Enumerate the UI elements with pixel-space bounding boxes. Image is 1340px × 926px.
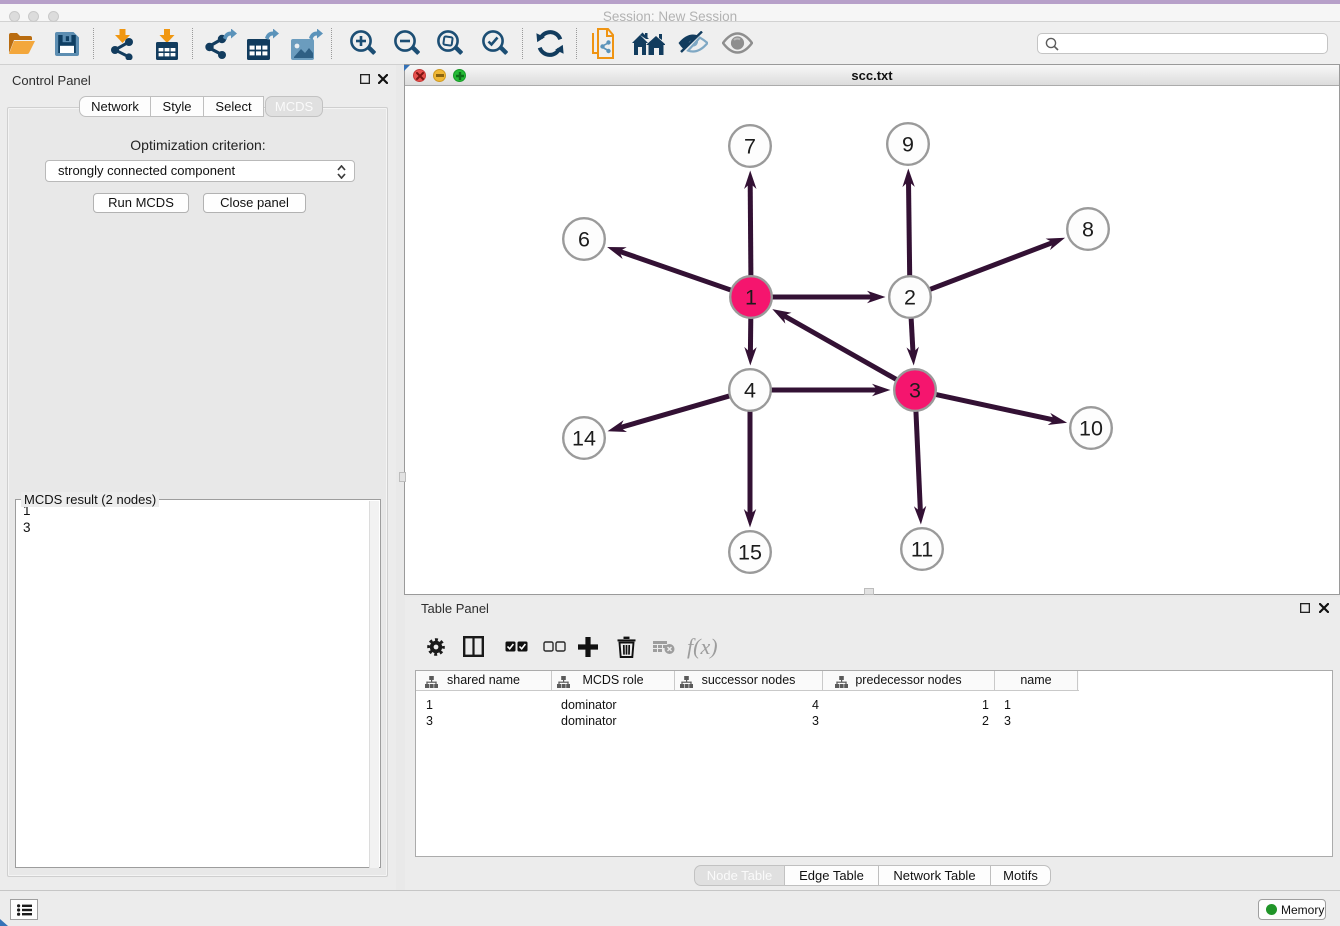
svg-text:1: 1 <box>745 286 757 310</box>
svg-text:11: 11 <box>911 538 933 562</box>
svg-text:9: 9 <box>902 133 914 157</box>
svg-text:4: 4 <box>744 379 756 403</box>
svg-text:15: 15 <box>738 541 762 565</box>
svg-text:14: 14 <box>572 427 596 451</box>
svg-text:8: 8 <box>1082 218 1094 242</box>
svg-text:7: 7 <box>744 135 756 159</box>
svg-text:6: 6 <box>578 228 590 252</box>
svg-text:3: 3 <box>909 379 921 403</box>
svg-text:10: 10 <box>1079 417 1103 441</box>
svg-text:2: 2 <box>904 286 916 310</box>
